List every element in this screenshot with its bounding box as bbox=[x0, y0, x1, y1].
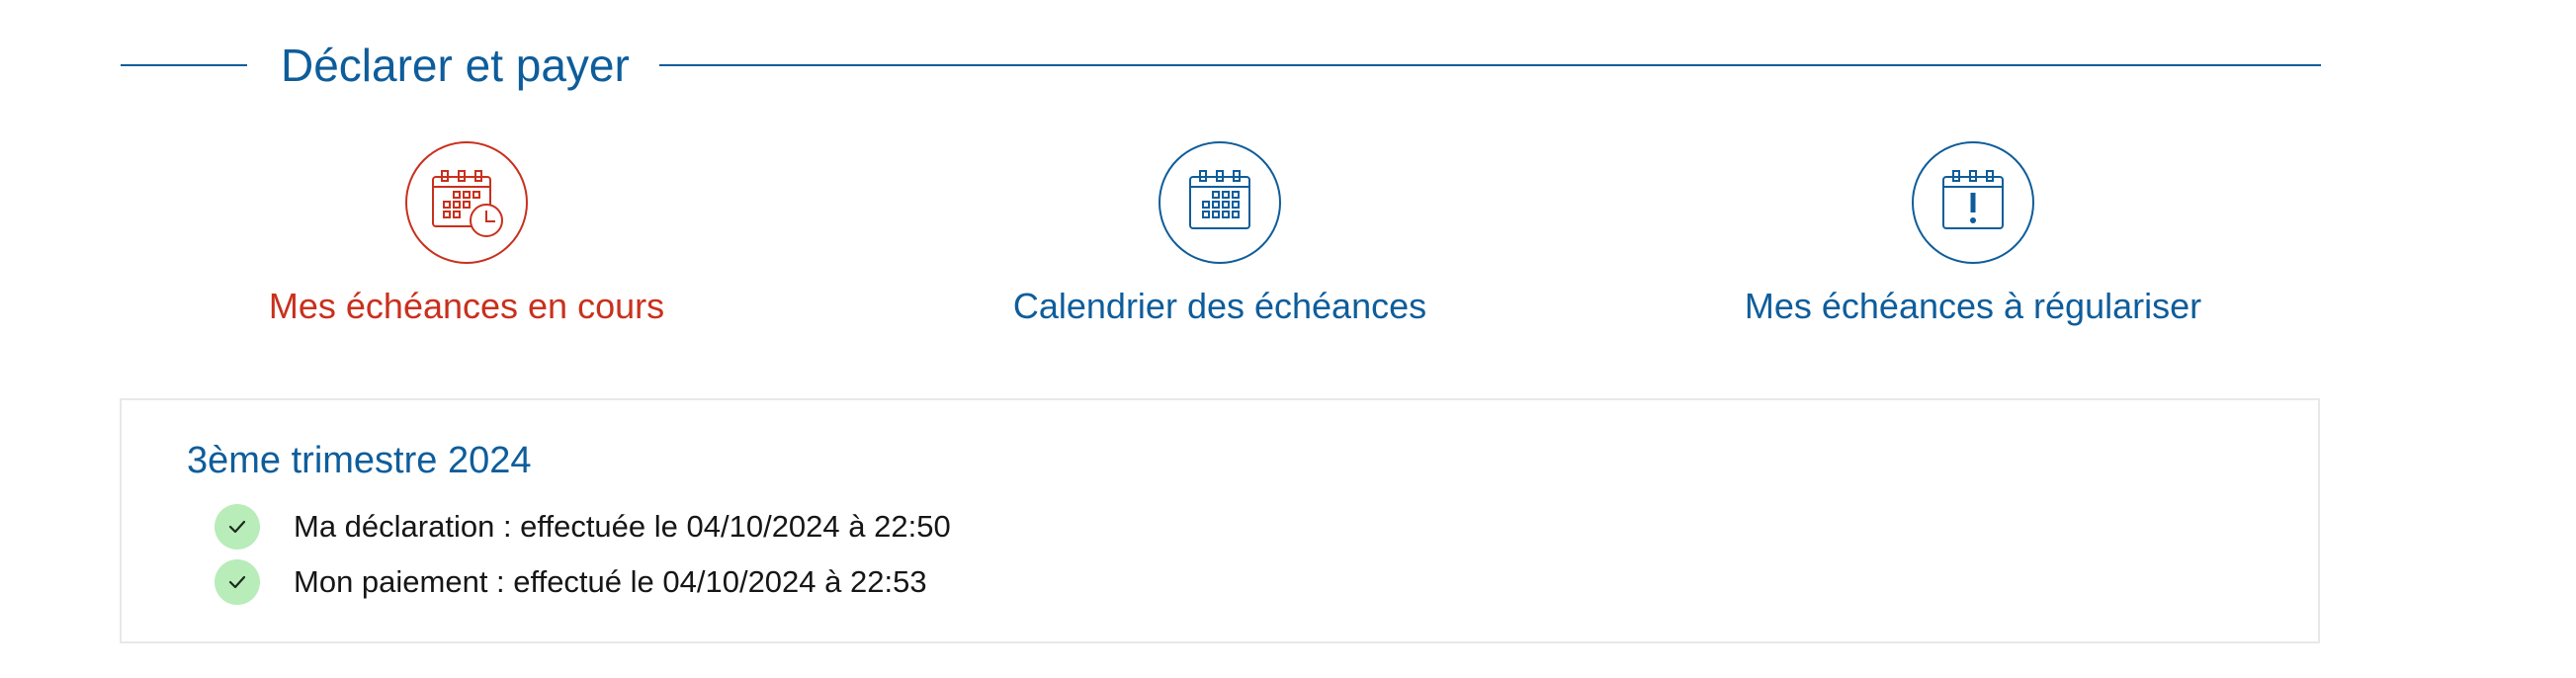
nav-current-deadlines[interactable]: Mes échéances en cours bbox=[121, 141, 813, 327]
nav-deadlines-to-regularize[interactable]: Mes échéances à régulariser bbox=[1627, 141, 2319, 327]
quarter-title: 3ème trimestre 2024 bbox=[187, 440, 532, 481]
header-divider-right bbox=[658, 64, 2321, 66]
section-title: Déclarer et payer bbox=[281, 40, 630, 91]
check-icon bbox=[215, 504, 260, 550]
header-divider-left bbox=[121, 64, 247, 66]
calendar-alert-icon bbox=[1942, 170, 2004, 229]
icon-circle bbox=[1912, 141, 2034, 264]
payment-status: Mon paiement : effectué le 04/10/2024 à … bbox=[215, 558, 927, 606]
calendar-clock-icon bbox=[432, 170, 503, 237]
nav-label: Calendrier des échéances bbox=[1012, 286, 1427, 326]
status-text: Ma déclaration : effectuée le 04/10/2024… bbox=[294, 509, 951, 544]
status-text: Mon paiement : effectué le 04/10/2024 à … bbox=[294, 564, 927, 599]
nav-deadline-calendar[interactable]: Calendrier des échéances bbox=[874, 141, 1566, 327]
section-header: Déclarer et payer bbox=[121, 30, 2321, 101]
check-icon bbox=[215, 559, 260, 605]
nav-label: Mes échéances à régulariser bbox=[1744, 286, 2202, 326]
nav-label: Mes échéances en cours bbox=[268, 286, 665, 326]
icon-circle bbox=[405, 141, 528, 264]
page: Déclarer et payer Mes échéances en cours… bbox=[0, 0, 2576, 678]
quarter-card: 3ème trimestre 2024 Ma déclaration : eff… bbox=[120, 398, 2320, 643]
declaration-status: Ma déclaration : effectuée le 04/10/2024… bbox=[215, 503, 951, 551]
calendar-icon bbox=[1189, 170, 1250, 229]
icon-circle bbox=[1159, 141, 1281, 264]
